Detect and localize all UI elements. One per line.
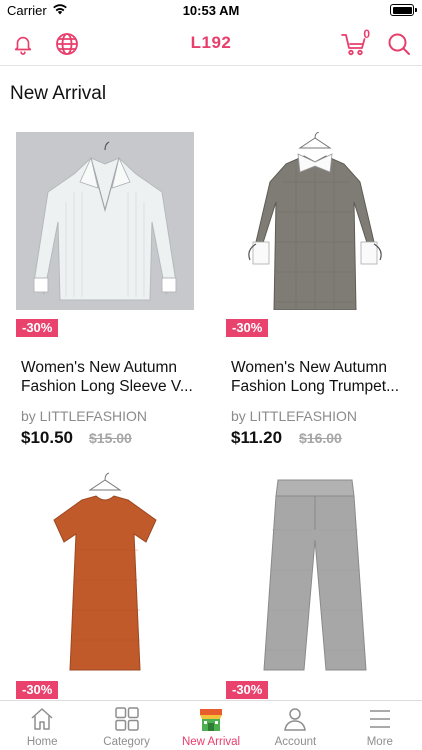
new-arrival-shop-icon — [197, 705, 225, 733]
discount-badge: -30% — [16, 681, 59, 699]
product-card[interactable]: -30% Women's New Autumn Fashion Long Sle… — [16, 132, 216, 452]
original-price: $16.00 — [299, 430, 342, 446]
product-image[interactable] — [226, 132, 404, 310]
tab-label: Account — [274, 736, 317, 748]
product-image[interactable] — [226, 460, 404, 680]
product-card[interactable]: -30% Women's New Autumn Fashion Long Tru… — [226, 132, 422, 452]
section-title: New Arrival — [10, 83, 107, 104]
tab-account[interactable]: Account — [253, 701, 337, 750]
price: $10.50 — [21, 428, 73, 447]
seller-label: by LITTLEFASHION — [21, 408, 148, 424]
tab-home[interactable]: Home — [0, 701, 84, 750]
menu-icon — [366, 705, 394, 733]
person-icon — [281, 705, 309, 733]
status-bar: Carrier 10:53 AM — [0, 0, 422, 22]
tab-more[interactable]: More — [338, 701, 422, 750]
tab-label: Category — [103, 736, 150, 748]
cart-count-badge: 0 — [363, 27, 370, 41]
cart-icon[interactable]: 0 — [340, 27, 370, 58]
discount-badge: -30% — [226, 681, 269, 699]
tab-category[interactable]: Category — [84, 701, 168, 750]
tab-bar: Home Category New Arrival Account More — [0, 700, 422, 750]
price: $11.20 — [231, 428, 283, 447]
product-title[interactable]: Women's New Autumn Fashion Long Sleeve V… — [21, 358, 211, 396]
clock: 10:53 AM — [182, 3, 240, 18]
tab-label: More — [366, 736, 393, 748]
search-icon[interactable] — [385, 30, 413, 58]
category-grid-icon — [113, 705, 141, 733]
tab-label: New Arrival — [181, 736, 241, 748]
tab-new-arrival[interactable]: New Arrival — [169, 701, 253, 750]
home-icon — [28, 705, 56, 733]
product-image[interactable] — [16, 460, 194, 680]
seller-label: by LITTLEFASHION — [231, 408, 358, 424]
product-card[interactable]: -30% — [16, 460, 216, 700]
navigation-bar: L192 0 — [0, 22, 422, 66]
battery-icon — [390, 4, 417, 16]
product-card[interactable]: -30% — [226, 460, 422, 700]
product-image[interactable] — [16, 132, 194, 310]
tab-label: Home — [26, 736, 58, 748]
original-price: $15.00 — [89, 430, 132, 446]
product-title[interactable]: Women's New Autumn Fashion Long Trumpet.… — [231, 358, 421, 396]
discount-badge: -30% — [16, 319, 59, 337]
discount-badge: -30% — [226, 319, 269, 337]
